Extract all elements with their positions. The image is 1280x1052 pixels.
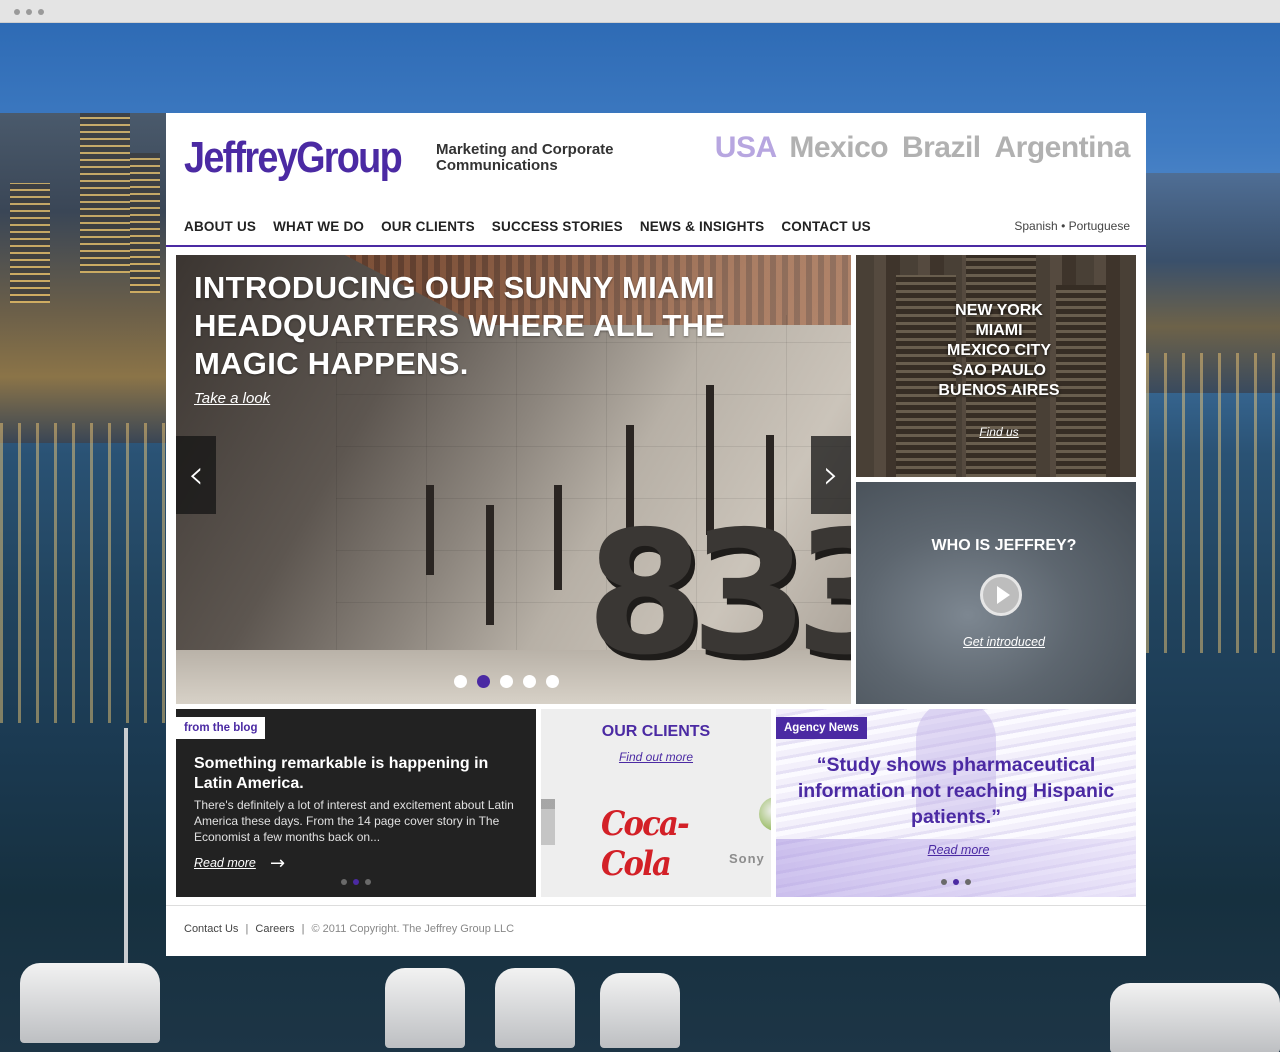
- news-read-more-link[interactable]: Read more: [776, 843, 1136, 857]
- footer-copyright: © 2011 Copyright. The Jeffrey Group LLC: [311, 923, 515, 935]
- nav-news-insights[interactable]: NEWS & INSIGHTS: [640, 219, 765, 234]
- lang-separator: •: [1061, 219, 1066, 233]
- pagination-dot[interactable]: [365, 879, 371, 885]
- carousel-pagination: [454, 675, 559, 688]
- offices-list: NEW YORK MIAMI MEXICO CITY SAO PAULO BUE…: [856, 301, 1136, 401]
- office-city: NEW YORK: [955, 302, 1043, 319]
- pagination-dot[interactable]: [353, 879, 359, 885]
- footer-separator: |: [245, 923, 249, 935]
- logo[interactable]: JeffreyGroup: [184, 133, 403, 183]
- lang-portuguese[interactable]: Portuguese: [1069, 219, 1130, 233]
- blog-read-more-link[interactable]: Read more: [194, 856, 256, 870]
- chevron-right-icon: ›: [823, 452, 839, 498]
- boat: [20, 963, 160, 1043]
- pagination-dot[interactable]: [953, 879, 959, 885]
- offices-tile[interactable]: NEW YORK MIAMI MEXICO CITY SAO PAULO BUE…: [856, 255, 1136, 477]
- office-city: BUENOS AIRES: [938, 382, 1060, 399]
- news-pagination: [941, 879, 971, 885]
- tagline: Marketing and Corporate Communications: [436, 142, 636, 174]
- clients-title: OUR CLIENTS: [601, 723, 711, 740]
- carousel-dot[interactable]: [477, 675, 490, 688]
- agency-news-tag: Agency News: [776, 717, 867, 739]
- office-city: SAO PAULO: [952, 362, 1046, 379]
- footer-separator: |: [301, 923, 305, 935]
- blog-tile: from the blog Something remarkable is ha…: [176, 709, 536, 897]
- office-city: MIAMI: [975, 322, 1023, 339]
- agency-news-tile: Agency News “Study shows pharmaceutical …: [776, 709, 1136, 897]
- hero-carousel[interactable]: 833 INTRODUCING OUR SUNNY MIAMI HEADQUAR…: [176, 255, 851, 704]
- water-reflection: [0, 423, 166, 723]
- tagline-line: Marketing and Corporate: [436, 141, 614, 158]
- footer-divider: [166, 905, 1146, 906]
- blog-excerpt: There's definitely a lot of interest and…: [194, 798, 514, 844]
- carousel-dot[interactable]: [523, 675, 536, 688]
- sony-logo: Sony: [729, 851, 765, 866]
- carousel-dot[interactable]: [500, 675, 513, 688]
- hero-take-a-look-link[interactable]: Take a look: [194, 390, 270, 407]
- boat: [495, 968, 575, 1048]
- blog-title[interactable]: Something remarkable is happening in Lat…: [194, 754, 524, 794]
- blog-tag: from the blog: [176, 717, 266, 739]
- nav-our-clients[interactable]: OUR CLIENTS: [381, 219, 475, 234]
- window-dot-icon: [14, 9, 20, 15]
- carousel-next-button[interactable]: ›: [811, 436, 851, 514]
- background-city-left: [0, 113, 170, 443]
- window-dot-icon: [26, 9, 32, 15]
- country-argentina[interactable]: Argentina: [994, 131, 1130, 164]
- hero-title: INTRODUCING OUR SUNNY MIAMI HEADQUARTERS…: [194, 270, 726, 381]
- news-headline[interactable]: “Study shows pharmaceutical information …: [786, 752, 1126, 830]
- hero-wall-slit: [554, 485, 562, 590]
- who-is-jeffrey-title: WHO IS JEFFREY?: [931, 537, 1077, 554]
- get-introduced-link[interactable]: Get introduced: [856, 635, 1136, 649]
- pagination-dot[interactable]: [965, 879, 971, 885]
- office-city: MEXICO CITY: [946, 342, 1051, 359]
- water-reflection: [1146, 353, 1280, 653]
- nav-contact-us[interactable]: CONTACT US: [781, 219, 871, 234]
- lang-spanish[interactable]: Spanish: [1014, 219, 1057, 233]
- boat: [600, 973, 680, 1048]
- page-panel: JeffreyGroup Marketing and Corporate Com…: [166, 113, 1146, 956]
- language-links: Spanish • Portuguese: [1014, 219, 1130, 233]
- country-brazil[interactable]: Brazil: [902, 131, 981, 164]
- chevron-left-icon: ‹: [188, 452, 204, 498]
- tagline-line: Communications: [436, 157, 558, 174]
- footer: Contact Us | Careers | © 2011 Copyright.…: [184, 923, 514, 935]
- main-nav: ABOUT US WHAT WE DO OUR CLIENTS SUCCESS …: [184, 219, 871, 234]
- country-mexico[interactable]: Mexico: [789, 131, 888, 164]
- sony-globe-logo: [759, 797, 771, 831]
- pagination-dot[interactable]: [941, 879, 947, 885]
- nav-what-we-do[interactable]: WHAT WE DO: [273, 219, 364, 234]
- carousel-dot[interactable]: [546, 675, 559, 688]
- building-number: 833: [586, 495, 851, 693]
- boat: [385, 968, 465, 1048]
- play-icon[interactable]: [980, 574, 1022, 616]
- pagination-dot[interactable]: [341, 879, 347, 885]
- coca-cola-logo: Coca-Cola: [601, 804, 690, 884]
- sailboat-mast: [124, 728, 128, 978]
- footer-careers-link[interactable]: Careers: [255, 923, 294, 935]
- arrow-right-icon[interactable]: →: [270, 855, 285, 873]
- boat: [1110, 983, 1280, 1052]
- who-is-jeffrey-tile[interactable]: WHO IS JEFFREY? Get introduced: [856, 482, 1136, 704]
- clients-find-out-more-link[interactable]: Find out more: [541, 750, 771, 764]
- blog-pagination: [341, 879, 371, 885]
- window-dot-icon: [38, 9, 44, 15]
- nav-success-stories[interactable]: SUCCESS STORIES: [492, 219, 623, 234]
- find-us-link[interactable]: Find us: [856, 425, 1136, 439]
- hero-wall-slit: [426, 485, 434, 575]
- nav-divider: [166, 245, 1146, 247]
- nav-about-us[interactable]: ABOUT US: [184, 219, 256, 234]
- country-selector: USA Mexico Brazil Argentina: [709, 131, 1131, 165]
- carousel-dot[interactable]: [454, 675, 467, 688]
- carousel-prev-button[interactable]: ‹: [176, 436, 216, 514]
- browser-chrome: [0, 0, 1280, 23]
- footer-contact-us-link[interactable]: Contact Us: [184, 923, 238, 935]
- hero-wall-slit: [486, 505, 494, 625]
- country-usa[interactable]: USA: [715, 131, 776, 164]
- clients-tile: OUR CLIENTS Find out more Coca-Cola Sony: [541, 709, 771, 897]
- johnnie-walker-logo: [541, 799, 555, 845]
